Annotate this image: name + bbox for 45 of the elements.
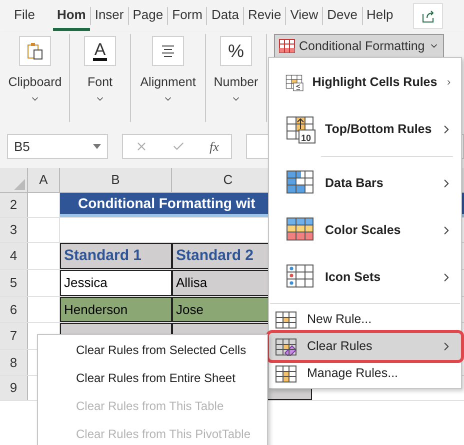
submenu-item[interactable]: Clear Rules from Entire Sheet <box>38 364 267 392</box>
ribbon-group-button[interactable]: Clipboard <box>8 73 62 92</box>
ribbon-tab[interactable]: Deve <box>323 1 362 31</box>
conditional-formatting-button[interactable]: Conditional Formatting <box>274 34 444 58</box>
menu-item[interactable]: Manage Rules... <box>269 360 461 387</box>
ribbon-tab[interactable]: File <box>10 1 39 31</box>
manage-rules-icon <box>275 364 297 382</box>
submenu-item[interactable]: Clear Rules from Selected Cells <box>38 336 267 364</box>
ribbon-group-button[interactable]: Number <box>214 73 258 92</box>
ribbon-tab[interactable]: Inser <box>90 1 128 31</box>
ribbon-group-button[interactable]: Alignment <box>140 73 196 92</box>
ribbon-tab[interactable]: Data <box>207 1 243 31</box>
percent-icon: % <box>228 42 244 60</box>
dropdown-caret-icon <box>93 144 101 149</box>
align-center-icon <box>161 45 175 57</box>
table-cell: Henderson <box>60 297 172 322</box>
eraser-icon <box>275 338 297 356</box>
row-header[interactable]: 6 <box>0 297 28 322</box>
ribbon-tab[interactable]: View <box>286 1 322 31</box>
menu-item[interactable]: Clear Rules <box>269 333 461 360</box>
select-all-icon[interactable] <box>14 179 25 190</box>
table-icon <box>279 39 295 53</box>
name-box[interactable]: B5 <box>7 134 108 159</box>
ribbon-tab[interactable]: Revie <box>244 1 286 31</box>
insert-function-button[interactable]: fx <box>210 136 219 156</box>
clipboard-icon <box>27 42 43 60</box>
ribbon-tab[interactable]: Form <box>168 1 206 31</box>
row-header[interactable]: 3 <box>0 218 28 242</box>
row-header[interactable]: 8 <box>0 350 28 375</box>
row-header[interactable]: 4 <box>0 243 28 269</box>
row-header[interactable]: 5 <box>0 270 28 296</box>
cancel-icon[interactable] <box>135 140 148 153</box>
row-header[interactable]: 9 <box>0 376 28 400</box>
menu-item[interactable]: Highlight Cells Rules <box>269 59 461 106</box>
column-header[interactable]: B <box>60 168 172 192</box>
column-header[interactable]: A <box>28 168 60 192</box>
row-header[interactable]: 2 <box>0 193 28 217</box>
table-cell: Jessica <box>60 270 172 296</box>
share-icon[interactable] <box>421 9 436 23</box>
ribbon-tab[interactable]: Help <box>362 1 398 31</box>
ribbon-tab[interactable]: Page <box>128 1 168 31</box>
row-header[interactable]: 7 <box>0 323 28 349</box>
table-cell: Standard 1 <box>60 243 172 269</box>
ribbon-group-button[interactable]: Font <box>87 73 112 92</box>
menu-item[interactable]: 10 Top/Bottom Rules <box>269 106 461 153</box>
